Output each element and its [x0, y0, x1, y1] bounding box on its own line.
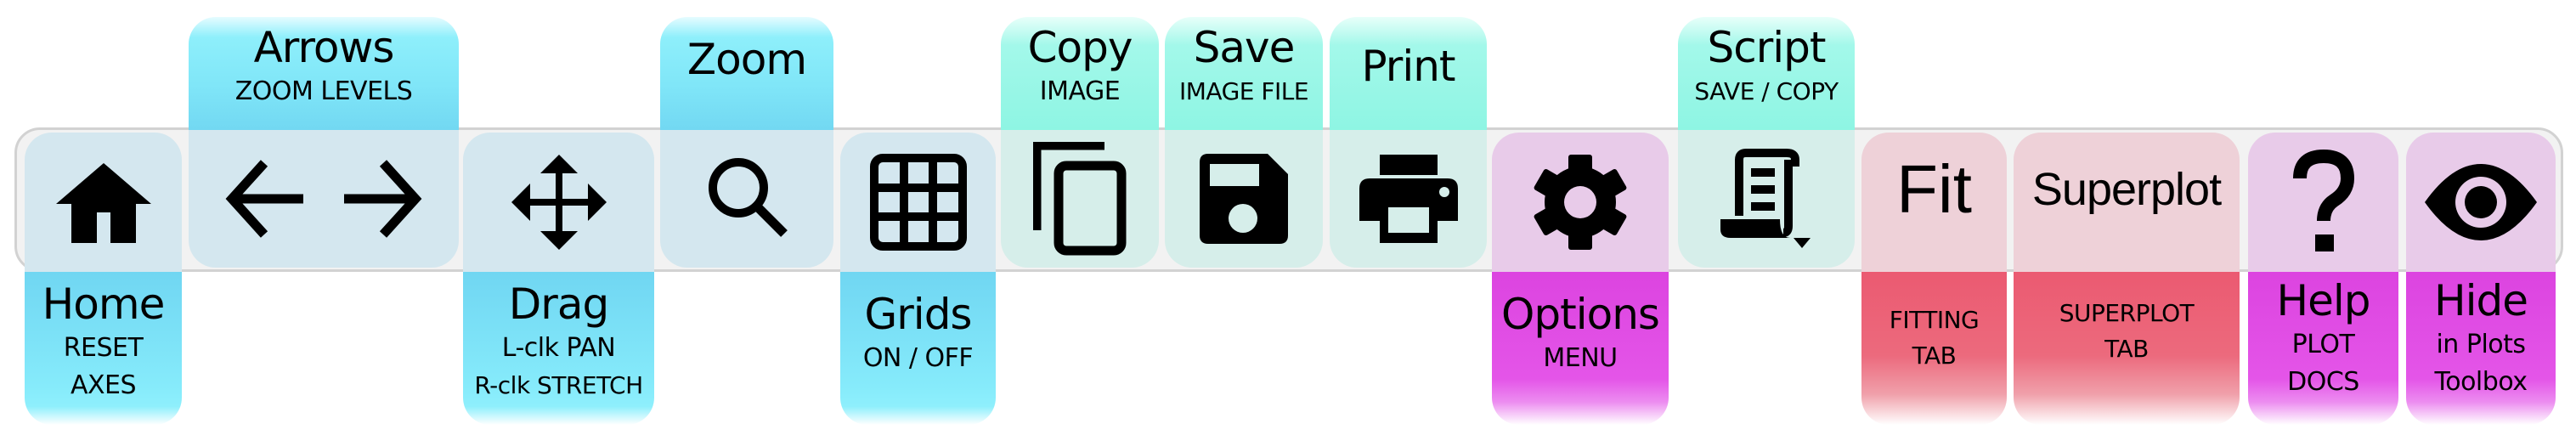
fit-button[interactable]: Fit [1861, 133, 2007, 272]
home-icon [55, 163, 151, 243]
fit-label: FITTING TAB [1861, 272, 2007, 425]
toolbar-item-grids: Grids ON / OFF [840, 133, 996, 425]
script-subtitle: SAVE / COPY [1694, 77, 1839, 105]
script-scroll-dropdown-icon [1720, 149, 1811, 248]
toolbar-item-superplot: Superplot SUPERPLOT TAB [2014, 133, 2240, 425]
save-button[interactable] [1165, 130, 1323, 268]
arrow-left-icon[interactable] [225, 158, 307, 240]
print-label: Print [1330, 17, 1487, 130]
home-button[interactable] [25, 133, 182, 272]
superplot-label: SUPERPLOT TAB [2014, 272, 2240, 425]
grid-icon [869, 154, 967, 251]
move-icon [511, 155, 607, 250]
toolbar-item-home: Home RESET AXES [25, 133, 182, 425]
help-label: Help PLOT DOCS [2248, 272, 2398, 425]
toolbar-item-arrows: Arrows ZOOM LEVELS [189, 17, 459, 268]
copy-button[interactable] [1001, 130, 1159, 268]
drag-button[interactable] [463, 133, 654, 272]
hide-title: Hide [2434, 276, 2528, 325]
hide-label: Hide in Plots Toolbox [2406, 272, 2556, 425]
grids-label: Grids ON / OFF [840, 272, 996, 425]
home-subtitle-line1: RESET [63, 333, 144, 363]
superplot-subtitle-line1: SUPERPLOT [2059, 299, 2195, 327]
arrow-right-icon[interactable] [341, 158, 422, 240]
toolbar-item-options: Options MENU [1492, 133, 1669, 425]
save-label: Save IMAGE FILE [1165, 17, 1323, 130]
printer-icon [1359, 155, 1458, 243]
options-button[interactable] [1492, 133, 1669, 272]
fit-button-text: Fit [1896, 151, 1972, 227]
script-button[interactable] [1678, 130, 1855, 268]
print-title: Print [1361, 42, 1455, 91]
arrows-buttons [189, 130, 459, 268]
toolbar-item-help: Help PLOT DOCS [2248, 133, 2398, 425]
grids-title: Grids [864, 290, 973, 339]
arrows-label: Arrows ZOOM LEVELS [189, 17, 459, 130]
options-subtitle: MENU [1543, 343, 1618, 373]
hide-subtitle-line2: Toolbox [2434, 367, 2528, 397]
toolbar-item-hide: Hide in Plots Toolbox [2406, 133, 2556, 425]
arrows-title: Arrows [253, 23, 395, 72]
drag-title: Drag [508, 280, 609, 329]
gear-icon [1534, 155, 1627, 250]
zoom-title: Zoom [686, 35, 807, 84]
home-subtitle-line2: AXES [70, 370, 137, 400]
fit-subtitle-line1: FITTING [1889, 306, 1980, 334]
help-button[interactable] [2248, 133, 2398, 272]
search-icon [709, 158, 788, 237]
copy-title: Copy [1027, 23, 1133, 72]
hide-subtitle-line1: in Plots [2436, 330, 2526, 359]
hide-button[interactable] [2406, 133, 2556, 272]
copy-subtitle: IMAGE [1039, 76, 1121, 106]
grids-button[interactable] [840, 133, 996, 272]
save-title: Save [1193, 23, 1296, 72]
drag-label: Drag L-clk PAN R-clk STRETCH [463, 272, 654, 425]
floppy-disk-icon [1200, 154, 1288, 244]
toolbar-item-save: Save IMAGE FILE [1165, 17, 1323, 268]
zoom-label: Zoom [660, 17, 833, 130]
toolbar-item-script: Script SAVE / COPY [1678, 17, 1855, 268]
script-label: Script SAVE / COPY [1678, 17, 1855, 130]
eye-icon [2425, 164, 2537, 240]
zoom-button[interactable] [660, 130, 833, 268]
script-title: Script [1707, 23, 1826, 72]
print-button[interactable] [1330, 130, 1487, 268]
arrows-subtitle: ZOOM LEVELS [234, 76, 413, 106]
superplot-button-text: Superplot [2031, 164, 2222, 215]
copy-label: Copy IMAGE [1001, 17, 1159, 130]
options-label: Options MENU [1492, 272, 1669, 425]
fit-subtitle-line2: TAB [1912, 342, 1957, 370]
help-subtitle-line1: PLOT [2291, 330, 2355, 359]
toolbar-item-print: Print [1330, 17, 1487, 268]
drag-subtitle-line2: R-clk STRETCH [474, 371, 643, 399]
toolbar-item-fit: Fit FITTING TAB [1861, 133, 2007, 425]
question-mark-icon [2292, 150, 2354, 251]
toolbar-item-zoom: Zoom [660, 17, 833, 268]
help-title: Help [2276, 276, 2371, 325]
superplot-subtitle-line2: TAB [2104, 335, 2149, 363]
help-subtitle-line2: DOCS [2287, 367, 2359, 397]
grids-subtitle: ON / OFF [862, 343, 974, 373]
superplot-button[interactable]: Superplot [2014, 133, 2240, 272]
drag-subtitle-line1: L-clk PAN [501, 333, 616, 363]
home-title: Home [42, 280, 166, 329]
toolbar-item-copy: Copy IMAGE [1001, 17, 1159, 268]
options-title: Options [1501, 290, 1660, 339]
copy-icon [1033, 142, 1127, 256]
save-subtitle: IMAGE FILE [1178, 77, 1309, 105]
toolbar-item-drag: Drag L-clk PAN R-clk STRETCH [463, 133, 654, 425]
home-label: Home RESET AXES [25, 272, 182, 425]
